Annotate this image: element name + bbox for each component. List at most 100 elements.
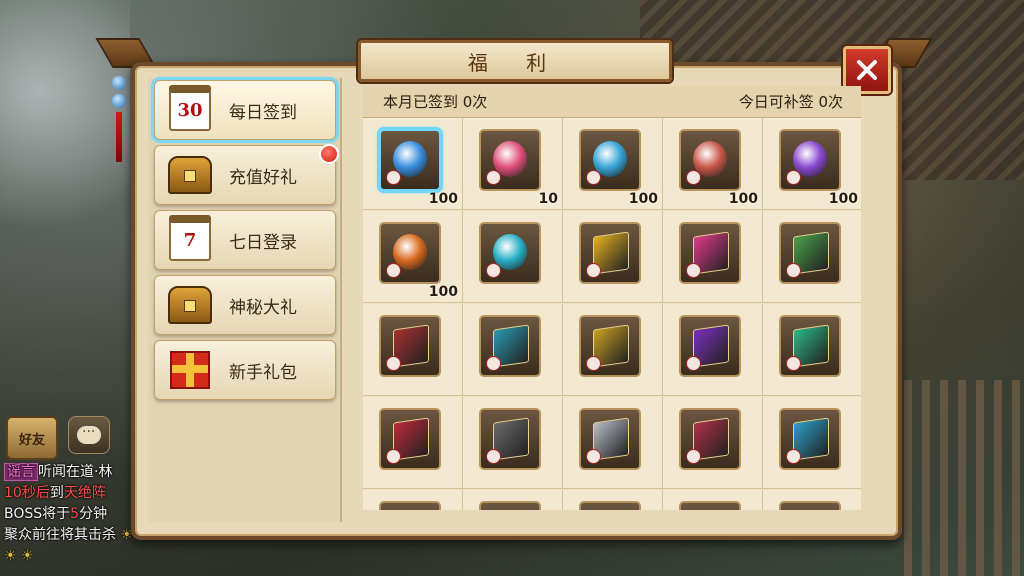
reward-slot (379, 408, 441, 470)
reward-slot (479, 501, 541, 510)
reward-cell[interactable] (563, 211, 663, 303)
reward-cell[interactable] (463, 211, 563, 303)
chat-log: 谣言 听闻在道·林 10秒后到天绝阵 BOSS将于5分钟 聚众前往将其击杀 ☀ ☀… (4, 462, 144, 567)
reward-quantity: 100 (428, 284, 458, 300)
reward-slot (579, 129, 641, 191)
reward-slot (679, 222, 741, 284)
tab-daily-signin[interactable]: 30 每日签到 (154, 80, 336, 140)
chat-button[interactable] (68, 416, 110, 454)
bind-stamp-icon (686, 356, 701, 371)
reward-slot (779, 408, 841, 470)
friends-button[interactable]: 好友 (6, 416, 58, 460)
reward-slot (379, 129, 441, 191)
chat-text: 到 (49, 485, 64, 501)
reward-slot (779, 222, 841, 284)
reward-cell[interactable]: 100 (763, 118, 861, 210)
tab-label: 每日签到 (229, 102, 297, 123)
background-fence (904, 380, 1024, 576)
reward-slot (479, 129, 541, 191)
reward-slot (679, 315, 741, 377)
reward-slot (379, 222, 441, 284)
reward-slot (479, 408, 541, 470)
chat-text: BOSS将于 (4, 506, 71, 522)
chat-line: BOSS将于5分钟 (4, 504, 144, 525)
reward-slot (679, 129, 741, 191)
chat-highlight: 5 (70, 506, 80, 522)
reward-cell[interactable] (763, 397, 861, 489)
reward-quantity: 100 (628, 191, 658, 207)
tab-label: 新手礼包 (229, 362, 297, 383)
chat-bubble-icon (77, 420, 101, 444)
bind-stamp-icon (386, 170, 401, 185)
chat-line: 聚众前往将其击杀 ☀ ☀ ☀ (4, 525, 144, 567)
welfare-sidebar: 30 每日签到 充值好礼 7 七日登录 神秘大礼 新手礼包 (148, 78, 342, 522)
reward-cell[interactable] (463, 397, 563, 489)
bind-stamp-icon (786, 170, 801, 185)
reward-cell[interactable] (563, 490, 663, 510)
reward-cell[interactable]: 10 (463, 118, 563, 210)
reward-cell[interactable] (663, 211, 763, 303)
calendar-number: 7 (169, 215, 211, 261)
reward-cell[interactable]: 100 (363, 118, 463, 210)
reward-cell[interactable]: 100 (363, 211, 463, 303)
reward-slot (779, 315, 841, 377)
tab-mystery-gift[interactable]: 神秘大礼 (154, 275, 336, 335)
reward-slot (579, 222, 641, 284)
reward-cell[interactable] (763, 211, 861, 303)
chat-line: 谣言 听闻在道·林 (4, 462, 144, 483)
reward-cell[interactable] (663, 397, 763, 489)
reward-cell[interactable]: 100 (563, 118, 663, 210)
tab-label: 充值好礼 (229, 167, 297, 188)
reward-cell[interactable] (363, 490, 463, 510)
bind-stamp-icon (486, 356, 501, 371)
reward-cell[interactable] (663, 490, 763, 510)
reward-slot (679, 501, 741, 510)
bind-stamp-icon (586, 449, 601, 464)
chat-text: 听闻在道·林 (38, 464, 113, 480)
reward-cell[interactable] (363, 397, 463, 489)
bind-stamp-icon (386, 263, 401, 278)
reward-slot (679, 408, 741, 470)
notification-dot (319, 144, 339, 164)
bind-stamp-icon (486, 263, 501, 278)
reward-cell[interactable] (563, 397, 663, 489)
reward-cell[interactable] (463, 304, 563, 396)
reward-cell[interactable] (763, 304, 861, 396)
reward-quantity: 100 (828, 191, 858, 207)
makeup-count: 今日可补签 0次 (738, 93, 843, 111)
open-chest-icon (167, 284, 213, 326)
reward-slot (579, 408, 641, 470)
reward-slot (579, 501, 641, 510)
chat-line: 10秒后到天绝阵 (4, 483, 144, 504)
bind-stamp-icon (486, 170, 501, 185)
chat-tag: 谣言 (4, 463, 38, 481)
bind-stamp-icon (686, 449, 701, 464)
reward-cell[interactable] (763, 490, 861, 510)
reward-slot (479, 315, 541, 377)
reward-cell[interactable] (563, 304, 663, 396)
reward-cell[interactable] (463, 490, 563, 510)
chat-text: 聚众前往将其击杀 (4, 527, 116, 543)
bind-stamp-icon (786, 263, 801, 278)
reward-cell[interactable]: 100 (663, 118, 763, 210)
panel-title: 福 利 (358, 40, 672, 82)
reward-cell[interactable] (663, 304, 763, 396)
reward-cell[interactable] (363, 304, 463, 396)
gift-box-icon (167, 349, 213, 391)
bind-stamp-icon (386, 449, 401, 464)
calendar-30-icon: 30 (167, 85, 213, 131)
bind-stamp-icon (586, 263, 601, 278)
treasure-chest-icon (167, 154, 213, 196)
tab-seven-day-login[interactable]: 7 七日登录 (154, 210, 336, 270)
calendar-number: 30 (169, 85, 211, 131)
reward-quantity: 10 (538, 191, 558, 207)
reward-slot (579, 315, 641, 377)
bind-stamp-icon (786, 449, 801, 464)
tab-recharge-gift[interactable]: 充值好礼 (154, 144, 339, 205)
bind-stamp-icon (586, 356, 601, 371)
chat-text: 分钟 (79, 506, 108, 522)
tab-newbie-pack[interactable]: 新手礼包 (154, 340, 336, 400)
bind-stamp-icon (586, 170, 601, 185)
reward-quantity: 100 (728, 191, 758, 207)
reward-slot (379, 315, 441, 377)
